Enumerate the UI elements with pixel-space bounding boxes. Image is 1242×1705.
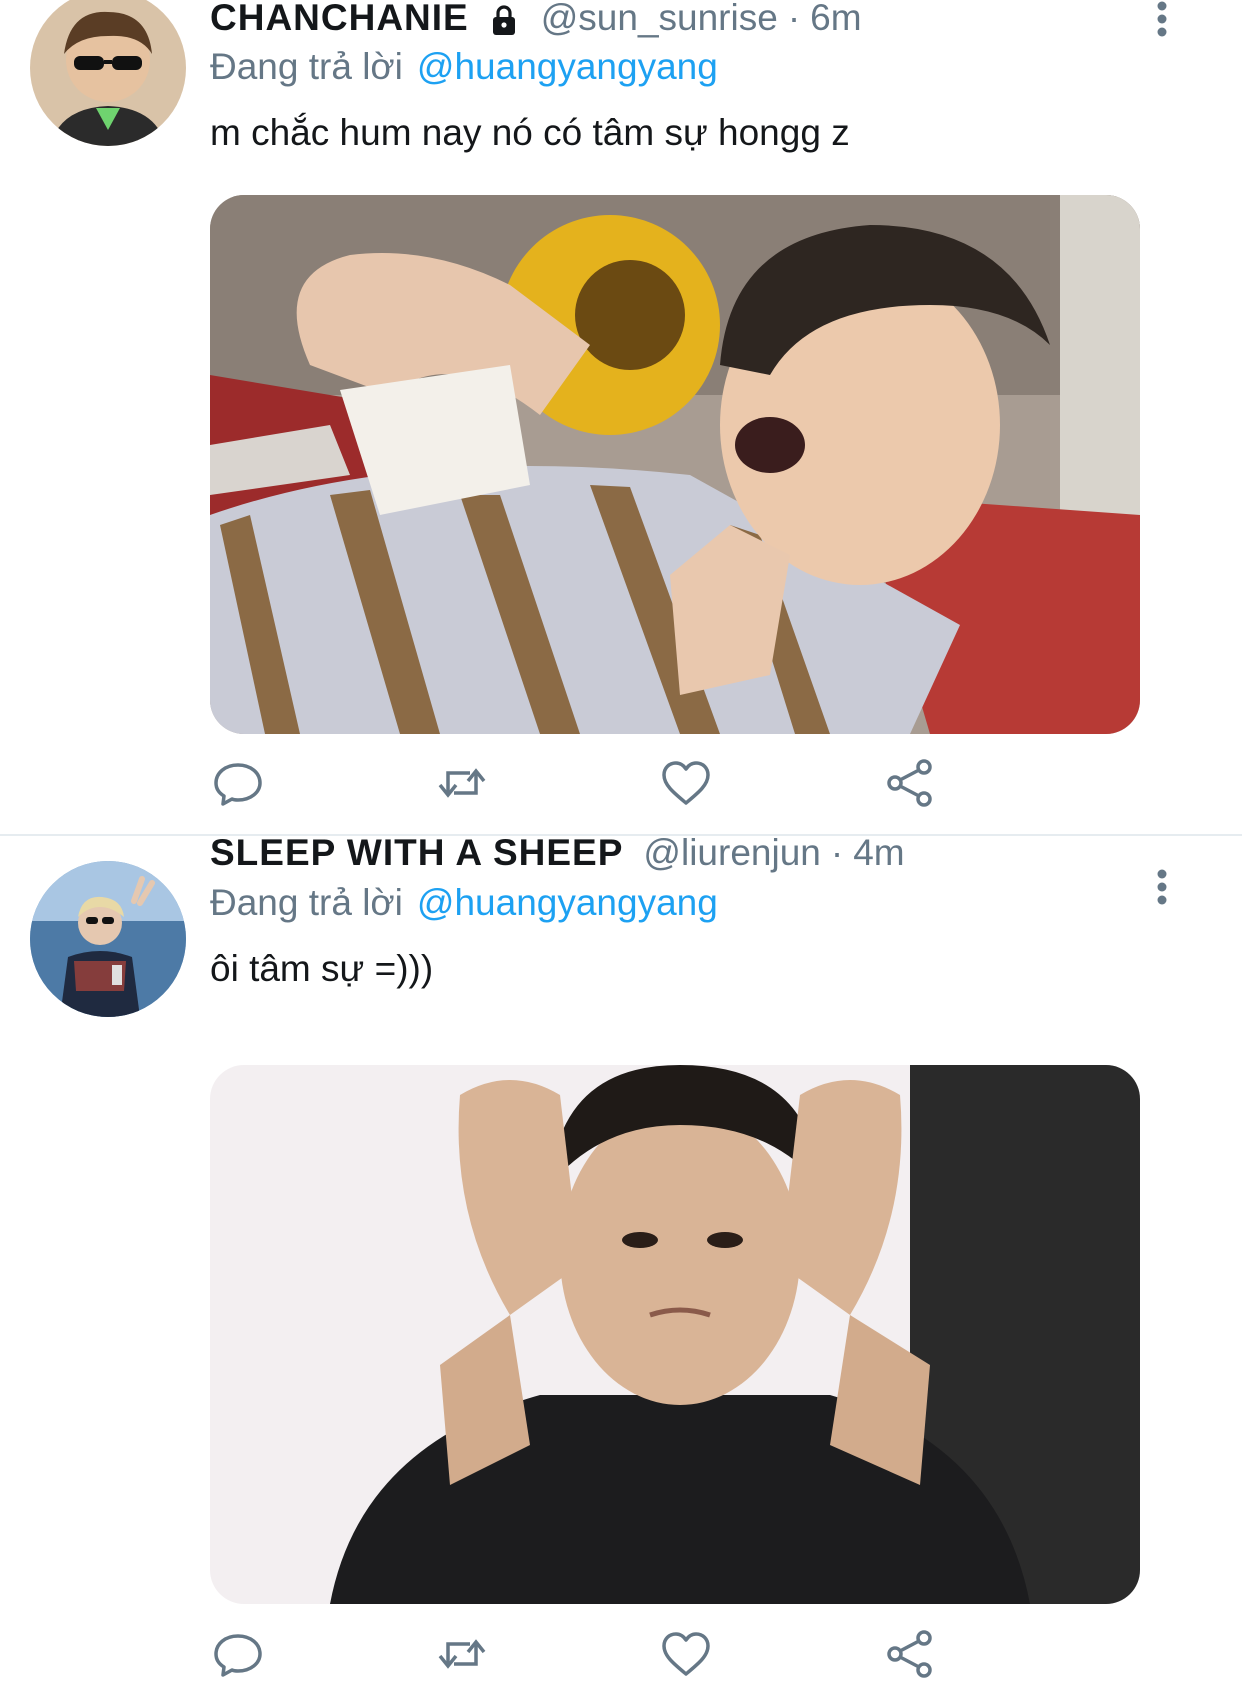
like-icon <box>662 1632 710 1676</box>
tweet[interactable]: SLEEP WITH A SHEEP @liurenjun · 4m Đang … <box>0 832 1242 1705</box>
reply-mention-link[interactable]: @huangyangyang <box>417 882 718 923</box>
lock-icon <box>487 3 521 37</box>
like-button[interactable] <box>658 755 714 811</box>
tweet-timestamp[interactable]: 6m <box>810 0 861 39</box>
user-handle[interactable]: @sun_sunrise <box>541 0 778 39</box>
separator-dot: · <box>830 832 844 873</box>
tweet[interactable]: CHANCHANIE @sun_sunrise · 6m Đang trả lờ… <box>0 0 1242 834</box>
separator-dot: · <box>787 0 801 38</box>
tweet-media-image[interactable] <box>210 195 1140 734</box>
share-button[interactable] <box>882 1626 938 1682</box>
reply-icon <box>214 763 262 806</box>
share-button[interactable] <box>882 755 938 811</box>
vertical-dots-icon <box>1157 869 1167 905</box>
retweet-icon <box>438 768 486 798</box>
tweet-text: m chắc hum nay nó có tâm sự hongg z <box>210 112 850 153</box>
reply-mention-link[interactable]: @huangyangyang <box>417 46 718 87</box>
tweet-timestamp[interactable]: 4m <box>853 832 904 874</box>
retweet-button[interactable] <box>434 755 490 811</box>
more-options-button[interactable] <box>1150 0 1174 44</box>
user-handle[interactable]: @liurenjun <box>643 832 820 874</box>
more-options-button[interactable] <box>1150 868 1174 912</box>
tweet-text: ôi tâm sự =))) <box>210 948 434 989</box>
reply-button[interactable] <box>210 755 266 811</box>
retweet-button[interactable] <box>434 1626 490 1682</box>
retweet-icon <box>438 1639 486 1669</box>
reply-prefix: Đang trả lời <box>210 46 403 87</box>
display-name[interactable]: SLEEP WITH A SHEEP <box>210 832 623 874</box>
user-avatar[interactable] <box>30 0 186 146</box>
display-name[interactable]: CHANCHANIE <box>210 0 469 39</box>
tweet-actions <box>210 755 1110 815</box>
vertical-dots-icon <box>1157 1 1167 37</box>
replying-to: Đang trả lời @huangyangyang <box>210 46 718 88</box>
tweet-media-image[interactable] <box>210 1065 1140 1604</box>
reply-prefix: Đang trả lời <box>210 882 403 923</box>
user-avatar[interactable] <box>30 861 186 1017</box>
reply-button[interactable] <box>210 1626 266 1682</box>
replying-to: Đang trả lời @huangyangyang <box>210 882 718 924</box>
tweet-actions <box>210 1626 1110 1686</box>
share-icon <box>887 1630 932 1678</box>
like-icon <box>662 761 710 805</box>
reply-icon <box>214 1634 262 1677</box>
share-icon <box>887 759 932 807</box>
like-button[interactable] <box>658 1626 714 1682</box>
